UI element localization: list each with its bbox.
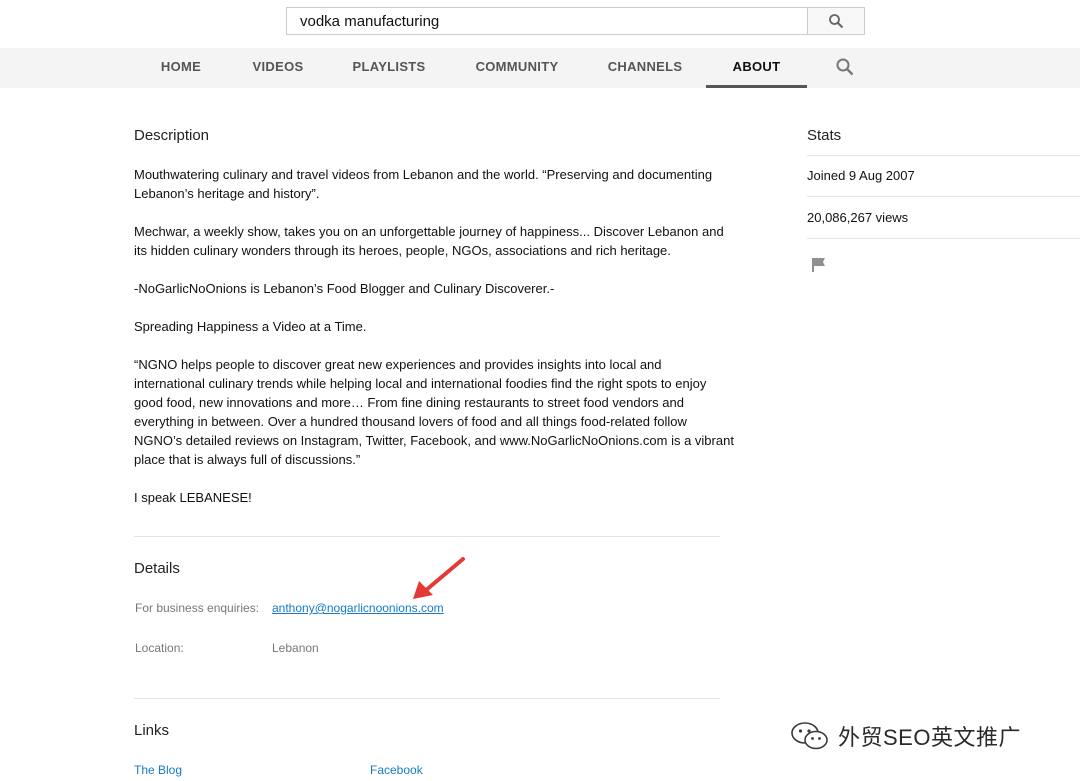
flag-icon[interactable] — [811, 257, 827, 273]
tab-playlists[interactable]: PLAYLISTS — [349, 48, 429, 88]
view-count: 20,086,267 views — [807, 210, 909, 225]
active-tab-indicator — [706, 85, 807, 88]
description-title: Description — [134, 127, 210, 144]
stats-divider — [807, 196, 1080, 197]
channel-search-icon[interactable] — [835, 57, 855, 77]
description-paragraph-1: Mouthwatering culinary and travel videos… — [134, 167, 713, 201]
search-input[interactable] — [286, 7, 807, 35]
tab-home[interactable]: HOME — [152, 48, 210, 88]
stats-divider — [807, 238, 1080, 239]
tab-videos[interactable]: VIDEOS — [247, 48, 309, 88]
search-icon — [829, 14, 844, 29]
link-facebook[interactable]: Facebook — [370, 763, 423, 777]
section-divider — [134, 698, 720, 699]
tab-channels[interactable]: CHANNELS — [604, 48, 686, 88]
joined-date: Joined 9 Aug 2007 — [807, 168, 915, 183]
links-title: Links — [134, 722, 170, 739]
wechat-watermark: 外贸SEO英文推广 — [790, 720, 1021, 752]
annotation-arrow-icon — [413, 557, 465, 599]
location-label: Location: — [135, 641, 184, 655]
watermark-text: 外贸SEO英文推广 — [838, 725, 1021, 750]
description-paragraph-6: I speak LEBANESE! — [134, 490, 252, 505]
location-value: Lebanon — [272, 641, 319, 655]
description-paragraph-2: Mechwar, a weekly show, takes you on an … — [134, 224, 724, 258]
description-paragraph-4: Spreading Happiness a Video at a Time. — [134, 319, 367, 334]
channel-tab-bar: HOME VIDEOS PLAYLISTS COMMUNITY CHANNELS… — [0, 48, 1080, 88]
stats-title: Stats — [807, 127, 842, 144]
tab-about[interactable]: ABOUT — [706, 48, 807, 88]
search-button[interactable] — [807, 7, 865, 35]
description-paragraph-5: “NGNO helps people to discover great new… — [134, 357, 734, 467]
wechat-logo-icon — [791, 722, 828, 750]
tab-community[interactable]: COMMUNITY — [472, 48, 562, 88]
link-the-blog[interactable]: The Blog — [134, 763, 182, 777]
search-bar — [286, 7, 865, 35]
stats-divider — [807, 155, 1080, 156]
details-title: Details — [134, 560, 180, 577]
section-divider — [134, 536, 720, 537]
description-paragraph-3: -NoGarlicNoOnions is Lebanon’s Food Blog… — [134, 281, 555, 296]
business-enquiries-label: For business enquiries: — [135, 601, 260, 615]
